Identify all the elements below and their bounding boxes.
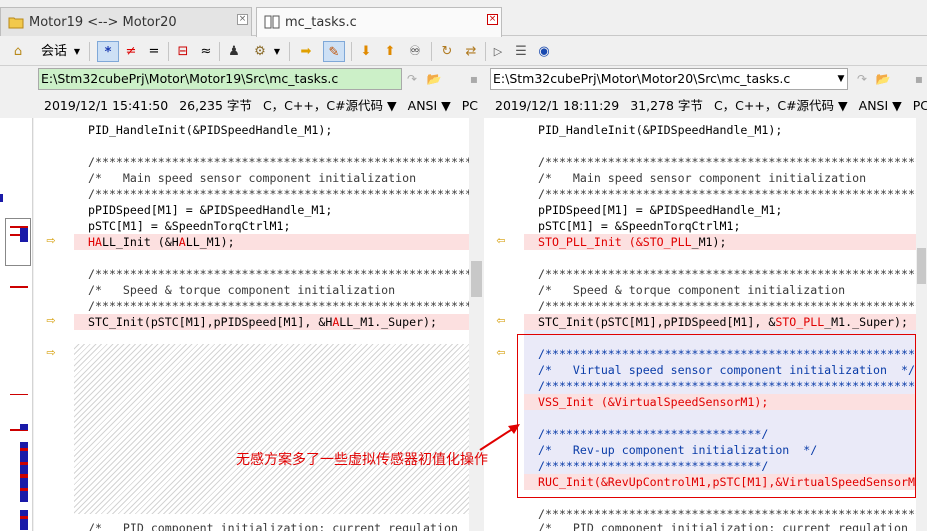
diff-line: STC_Init(pSTC[M1],pPIDSpeed[M1], &STO_PL… xyxy=(524,314,916,330)
code-line: /***************************************… xyxy=(88,299,469,313)
chevron-down-icon[interactable]: ▼ xyxy=(835,70,847,88)
file-date: 2019/12/1 15:41:50 xyxy=(44,98,169,113)
tab-folder-compare[interactable]: Motor19 <--> Motor20 × xyxy=(0,7,252,36)
thumbnail-viewport[interactable] xyxy=(5,218,31,266)
code-line: /* Main speed sensor component initializ… xyxy=(538,171,916,185)
left-file-info: 2019/12/1 15:41:50 26,235 字节 C，C++，C#源代码 ▼… xyxy=(44,96,489,116)
scrollbar-thumb[interactable] xyxy=(471,261,482,297)
code-line: /***************************************… xyxy=(538,155,916,169)
code-line: /***************************************… xyxy=(538,299,916,313)
code-line: pSTC[M1] = &SpeednTorqCtrlM1; xyxy=(88,219,291,233)
format-icon[interactable]: ⚙ xyxy=(250,41,270,62)
code-line: /***************************************… xyxy=(88,267,469,281)
file-size: 31,278 字节 xyxy=(630,98,703,113)
code-line: pPIDSpeed[M1] = &PIDSpeedHandle_M1; xyxy=(88,203,333,217)
list-icon[interactable]: ☰ xyxy=(512,41,530,62)
code-line: /***************************************… xyxy=(538,267,916,281)
annotation-text: 无感方案多了一些虚拟传感器初值化操作 xyxy=(236,452,488,468)
file-encoding[interactable]: ANSI ▼ xyxy=(408,98,451,113)
save-icon[interactable]: ▪ xyxy=(466,70,482,88)
copy-arrow-icon[interactable]: ⇦ xyxy=(494,235,508,246)
web-icon[interactable]: ◉ xyxy=(535,41,553,62)
code-line: /* PID component initialization: current… xyxy=(538,521,916,531)
rules-icon[interactable]: ♟ xyxy=(224,41,244,62)
prev-diff-icon[interactable]: ⬆ xyxy=(381,41,399,62)
close-icon[interactable]: × xyxy=(487,14,498,25)
file-line-ending[interactable]: PC xyxy=(462,98,478,113)
code-line: /* Main speed sensor component initializ… xyxy=(88,171,469,185)
open-folder-icon[interactable]: 📂 xyxy=(425,70,443,88)
tab-label: Motor19 <--> Motor20 xyxy=(29,15,177,30)
code-line: /* Speed & torque component initializati… xyxy=(88,283,469,297)
file-format[interactable]: C，C++，C#源代码 ▼ xyxy=(714,98,848,113)
file-encoding[interactable]: ANSI ▼ xyxy=(859,98,902,113)
right-path-field[interactable]: E:\Stm32cubePrj\Motor\Motor20\Src\mc_tas… xyxy=(490,68,848,90)
code-line: /***************************************… xyxy=(538,187,916,201)
close-icon[interactable]: × xyxy=(237,14,248,25)
right-scrollbar[interactable] xyxy=(916,118,927,531)
code-line: /***************************************… xyxy=(88,155,469,169)
left-gutter: ⇨ ⇨ ⇨ xyxy=(34,118,74,531)
copy-arrow-icon[interactable]: ⇦ xyxy=(494,347,508,358)
code-line: PID_HandleInit(&PIDSpeedHandle_M1); xyxy=(538,123,783,137)
file-date: 2019/12/1 18:11:29 xyxy=(495,98,620,113)
next-diff-icon[interactable]: ⬇ xyxy=(357,41,375,62)
code-line: /***************************************… xyxy=(88,187,469,201)
refresh-icon[interactable]: ↻ xyxy=(437,41,457,62)
copy-right-icon[interactable]: ➡ xyxy=(296,41,316,62)
show-diff-icon[interactable]: ≠ xyxy=(121,41,141,62)
highlight-box xyxy=(517,334,916,498)
file-line-ending[interactable]: PC xyxy=(913,98,927,113)
left-path-field[interactable]: E:\Stm32cubePrj\Motor\Motor19\Src\mc_tas… xyxy=(38,68,402,90)
code-line: /* Speed & torque component initializati… xyxy=(538,283,916,297)
chevron-down-icon[interactable]: ▼ xyxy=(72,41,82,62)
home-icon[interactable]: ⌂ xyxy=(8,41,28,62)
tab-text-compare[interactable]: mc_tasks.c × xyxy=(256,7,502,37)
tab-bar: Motor19 <--> Motor20 × mc_tasks.c × xyxy=(0,0,927,37)
diff-line: HALL_Init (&HALL_M1); xyxy=(74,234,469,250)
expand-icon[interactable]: ▷ xyxy=(489,41,507,62)
diff-line: STO_PLL_Init (&STO_PLL_M1); xyxy=(524,234,916,250)
folder-compare-icon xyxy=(8,17,24,29)
copy-arrow-icon[interactable]: ⇨ xyxy=(44,235,58,246)
tab-label: mc_tasks.c xyxy=(285,15,357,30)
copy-arrow-icon[interactable]: ⇦ xyxy=(494,315,508,326)
save-icon[interactable]: ▪ xyxy=(912,70,926,88)
diff-line: STC_Init(pSTC[M1],pPIDSpeed[M1], &HALL_M… xyxy=(74,314,469,330)
copy-arrow-icon[interactable]: ⇨ xyxy=(44,347,58,358)
chevron-down-icon[interactable]: ▼ xyxy=(272,41,282,62)
history-icon[interactable]: ↷ xyxy=(854,70,870,88)
scrollbar-thumb[interactable] xyxy=(917,248,926,284)
context-icon[interactable]: ⊟ xyxy=(173,41,193,62)
code-line: pPIDSpeed[M1] = &PIDSpeedHandle_M1; xyxy=(538,203,783,217)
copy-arrow-icon[interactable]: ⇨ xyxy=(44,315,58,326)
text-compare-icon xyxy=(264,15,280,29)
toolbar: ⌂ 会话 ▼ * ≠ = ⊟ ≈ ♟ ⚙ ▼ ➡ ✎ ⬇ ⬆ ♾ ↻ ⇄ ▷ ☰… xyxy=(0,37,927,66)
open-folder-icon[interactable]: 📂 xyxy=(874,70,892,88)
history-icon[interactable]: ↷ xyxy=(404,70,420,88)
right-file-info: 2019/12/1 18:11:29 31,278 字节 C，C++，C#源代码 ▼… xyxy=(495,96,927,116)
edit-icon[interactable]: ✎ xyxy=(323,41,345,62)
show-all-icon[interactable]: * xyxy=(97,41,119,62)
session-button[interactable]: 会话 xyxy=(40,41,68,62)
code-line: PID_HandleInit(&PIDSpeedHandle_M1); xyxy=(88,123,333,137)
find-icon[interactable]: ♾ xyxy=(405,41,425,62)
code-line: pSTC[M1] = &SpeednTorqCtrlM1; xyxy=(538,219,741,233)
difference-thumbnail[interactable] xyxy=(0,118,33,531)
missing-lines-placeholder xyxy=(74,344,469,514)
left-scrollbar[interactable] xyxy=(469,118,484,531)
left-code-pane[interactable]: PID_HandleInit(&PIDSpeedHandle_M1); /***… xyxy=(74,118,469,531)
code-line: /* PID component initialization: current… xyxy=(88,521,469,531)
beyond-compare-window: Motor19 <--> Motor20 × mc_tasks.c × ⌂ 会话… xyxy=(0,0,927,531)
file-format[interactable]: C，C++，C#源代码 ▼ xyxy=(263,98,397,113)
swap-icon[interactable]: ⇄ xyxy=(461,41,481,62)
show-same-icon[interactable]: = xyxy=(144,41,164,62)
minor-icon[interactable]: ≈ xyxy=(196,41,216,62)
file-size: 26,235 字节 xyxy=(179,98,252,113)
